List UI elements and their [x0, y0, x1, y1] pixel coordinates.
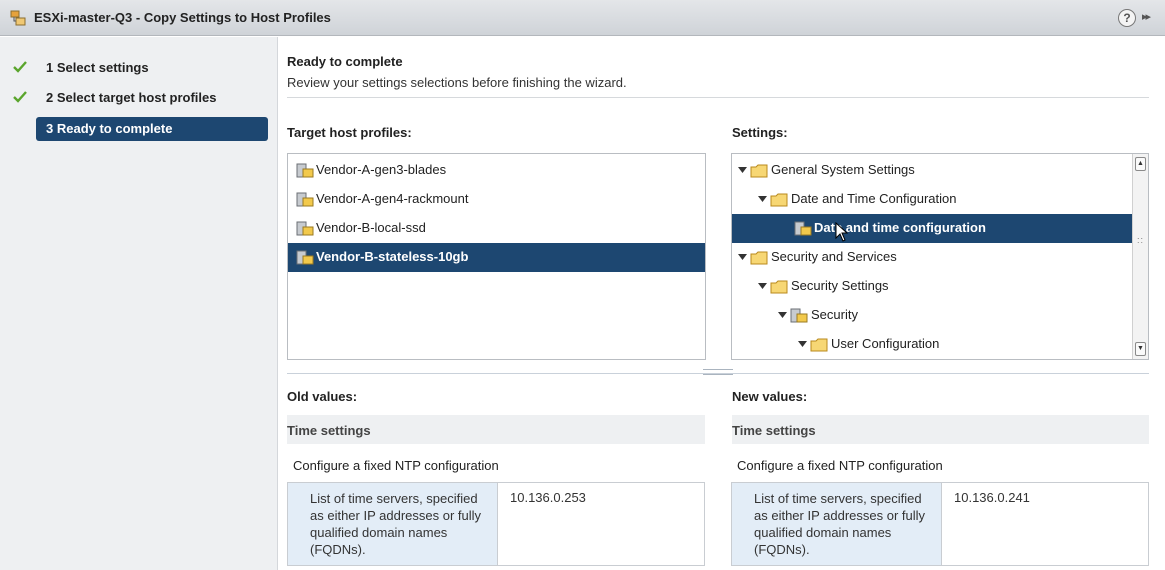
- step-select-target-host-profiles[interactable]: 2 Select target host profiles: [12, 87, 262, 109]
- wizard-content: Ready to complete Review your settings s…: [279, 37, 1165, 570]
- splitter-grip-icon[interactable]: [703, 369, 733, 375]
- folder-icon: [810, 338, 828, 352]
- expand-arrow-icon[interactable]: [758, 281, 767, 290]
- value-key-label: List of time servers, specified as eithe…: [310, 491, 482, 557]
- step-select-settings[interactable]: 1 Select settings: [12, 57, 262, 79]
- scroll-up-arrow-icon[interactable]: ▲: [1135, 157, 1146, 171]
- step-ready-to-complete[interactable]: 3 Ready to complete: [36, 117, 268, 141]
- wizard-icon: [10, 10, 26, 26]
- tree-node[interactable]: User Configuration: [732, 330, 1132, 359]
- host-profile-icon: [296, 221, 314, 236]
- checkmark-icon: [13, 61, 27, 73]
- tree-node[interactable]: Security Settings: [732, 272, 1132, 301]
- old-values-group-header: Time settings: [287, 415, 705, 444]
- group-title: Time settings: [287, 423, 371, 438]
- folder-icon: [750, 251, 768, 265]
- host-profile-icon: [296, 163, 314, 178]
- new-values-table: List of time servers, specified as eithe…: [731, 482, 1149, 566]
- step-label: 1 Select settings: [46, 60, 149, 75]
- checkmark-icon: [13, 91, 27, 103]
- tree-node-label: Security and Services: [771, 249, 897, 264]
- settings-label: Settings:: [732, 125, 788, 140]
- tree-node-label: Security: [811, 307, 858, 322]
- page-title: Ready to complete: [287, 54, 403, 69]
- list-item-selected[interactable]: Vendor-B-stateless-10gb: [288, 243, 705, 272]
- host-profile-icon: [296, 192, 314, 207]
- settings-scrollbar[interactable]: ▲ :: ▼: [1132, 154, 1148, 359]
- list-item[interactable]: Vendor-A-gen4-rackmount: [288, 185, 705, 214]
- tree-node[interactable]: Date and Time Configuration: [732, 185, 1132, 214]
- expand-arrow-icon[interactable]: [798, 339, 807, 348]
- expand-arrow-icon[interactable]: [738, 252, 747, 261]
- tree-node-selected[interactable]: Date and time configuration: [732, 214, 1132, 243]
- new-values-group-header: Time settings: [732, 415, 1149, 444]
- expand-arrow-icon[interactable]: [778, 310, 787, 319]
- profile-icon: [790, 308, 808, 323]
- new-config-title: Configure a fixed NTP configuration: [737, 458, 943, 473]
- group-title: Time settings: [732, 423, 816, 438]
- host-profile-icon: [296, 250, 314, 265]
- header-divider: [287, 97, 1149, 98]
- value-key-cell: List of time servers, specified as eithe…: [732, 483, 942, 565]
- old-values-label: Old values:: [287, 389, 358, 404]
- old-config-title: Configure a fixed NTP configuration: [293, 458, 499, 473]
- folder-icon: [770, 280, 788, 294]
- help-icon[interactable]: ?: [1118, 9, 1136, 27]
- expand-icon[interactable]: ▸▸: [1142, 10, 1151, 23]
- folder-icon: [770, 193, 788, 207]
- value-key-cell: List of time servers, specified as eithe…: [288, 483, 498, 565]
- profile-label: Vendor-A-gen4-rackmount: [316, 191, 469, 206]
- list-item[interactable]: Vendor-B-local-ssd: [288, 214, 705, 243]
- window-title: ESXi-master-Q3 - Copy Settings to Host P…: [34, 10, 331, 25]
- old-ntp-server-value: 10.136.0.253: [510, 490, 586, 505]
- tree-node-label: User Configuration: [831, 336, 940, 351]
- expand-arrow-icon[interactable]: [758, 194, 767, 203]
- folder-icon: [750, 164, 768, 178]
- profile-label: Vendor-A-gen3-blades: [316, 162, 447, 177]
- step-label: 2 Select target host profiles: [46, 90, 217, 105]
- profile-icon: [794, 221, 812, 236]
- new-ntp-server-value: 10.136.0.241: [954, 490, 1030, 505]
- tree-node[interactable]: Security and Services: [732, 243, 1132, 272]
- scroll-grip-icon[interactable]: ::: [1137, 236, 1144, 245]
- tree-node[interactable]: Security: [732, 301, 1132, 330]
- tree-node-label: Security Settings: [791, 278, 889, 293]
- profile-label: Vendor-B-local-ssd: [316, 220, 426, 235]
- new-values-label: New values:: [732, 389, 808, 404]
- page-subtitle: Review your settings selections before f…: [287, 75, 627, 90]
- old-values-table: List of time servers, specified as eithe…: [287, 482, 705, 566]
- list-item[interactable]: Vendor-A-gen3-blades: [288, 156, 705, 185]
- value-key-label: List of time servers, specified as eithe…: [754, 491, 926, 557]
- title-bar: ESXi-master-Q3 - Copy Settings to Host P…: [0, 0, 1165, 36]
- tree-node-label: Date and Time Configuration: [791, 191, 957, 206]
- expand-arrow-icon[interactable]: [738, 165, 747, 174]
- step-label: 3 Ready to complete: [46, 121, 173, 136]
- scroll-down-arrow-icon[interactable]: ▼: [1135, 342, 1146, 356]
- profile-label: Vendor-B-stateless-10gb: [316, 249, 469, 264]
- target-profiles-label: Target host profiles:: [287, 125, 412, 140]
- tree-node-label: General System Settings: [771, 162, 915, 177]
- wizard-steps-sidebar: 1 Select settings 2 Select target host p…: [0, 37, 278, 570]
- settings-tree[interactable]: General System Settings Date and Time Co…: [731, 153, 1149, 360]
- target-profiles-list[interactable]: Vendor-A-gen3-blades Vendor-A-gen4-rackm…: [287, 153, 706, 360]
- mouse-pointer-icon: [835, 222, 849, 242]
- tree-node[interactable]: General System Settings: [732, 156, 1132, 185]
